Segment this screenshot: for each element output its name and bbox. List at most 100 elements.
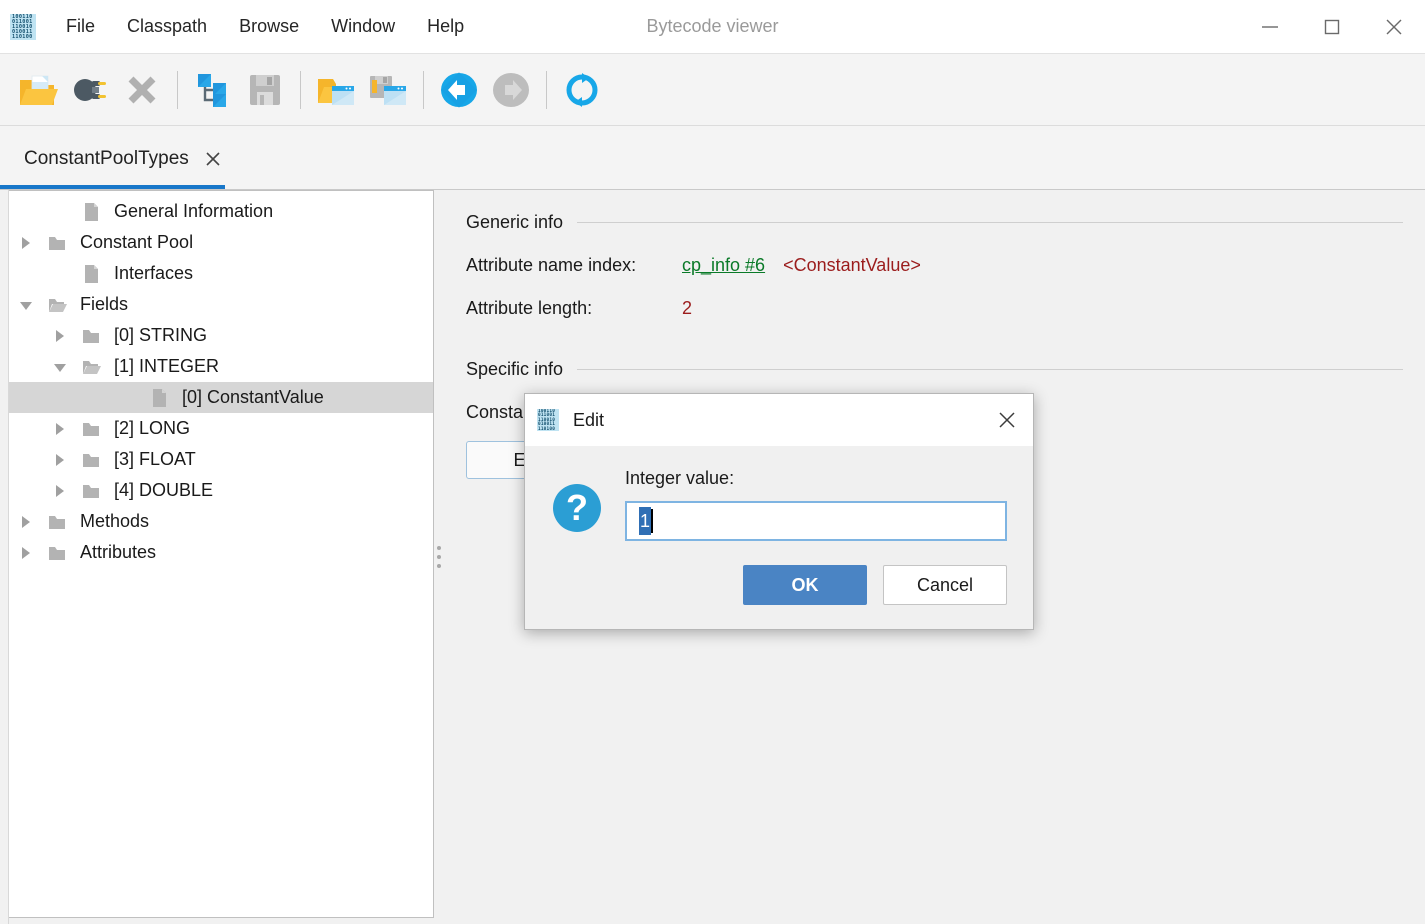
dialog-close-button[interactable]: [981, 394, 1033, 446]
binary-digits-icon: 100110 011001 110010 010011 110100: [537, 409, 559, 431]
forward-arrow-icon: [493, 72, 529, 107]
reload-plug-button[interactable]: [64, 64, 116, 116]
attribute-length-value: 2: [682, 298, 693, 318]
tab-close-button[interactable]: [203, 149, 223, 169]
tree-row[interactable]: [0] STRING: [9, 320, 433, 351]
tree-row[interactable]: Interfaces: [9, 258, 433, 289]
section-rule: [577, 369, 1403, 370]
menu-item-classpath[interactable]: Classpath: [111, 10, 223, 43]
tree-node-icon: [43, 227, 71, 258]
cancel-button[interactable]: Cancel: [883, 565, 1007, 605]
tree-node-icon: [77, 413, 105, 444]
maximize-button[interactable]: [1301, 0, 1363, 53]
tree-twisty-toggle[interactable]: [9, 506, 43, 537]
left-gutter: [0, 190, 9, 924]
folder-icon: [83, 453, 99, 467]
save-window-button[interactable]: [362, 64, 414, 116]
close-button[interactable]: [1363, 0, 1425, 53]
menu-item-browse[interactable]: Browse: [223, 10, 315, 43]
integer-value-label: Integer value:: [625, 468, 735, 488]
tree-row[interactable]: Attributes: [9, 537, 433, 568]
chevron-right-icon: [22, 515, 30, 528]
svg-text:?: ?: [566, 487, 588, 528]
tree-twisty-toggle[interactable]: [43, 444, 77, 475]
attribute-name-index-label: Attribute name index:: [466, 255, 637, 275]
tree-node-label: [0] STRING: [114, 325, 208, 345]
tree-row[interactable]: [2] LONG: [9, 413, 433, 444]
tree-row[interactable]: [0] ConstantValue: [9, 382, 433, 413]
tree-row[interactable]: [4] DOUBLE: [9, 475, 433, 506]
generic-info-header: Generic info: [466, 212, 1403, 233]
tab-label: ConstantPoolTypes: [24, 148, 189, 169]
maximize-icon: [1324, 19, 1340, 34]
attribute-name-index-link[interactable]: cp_info #6: [682, 255, 765, 276]
floppy-window-icon: [370, 75, 406, 105]
integer-value-input[interactable]: 1: [625, 501, 1007, 541]
tree-twisty-toggle[interactable]: [9, 289, 43, 320]
menu-item-help[interactable]: Help: [411, 10, 480, 43]
tree-row[interactable]: General Information: [9, 196, 433, 227]
chevron-down-icon: [54, 363, 66, 372]
chevron-right-icon: [56, 329, 64, 342]
tree-row[interactable]: [3] FLOAT: [9, 444, 433, 475]
open-class-file-button[interactable]: [12, 64, 64, 116]
tree-twisty-empty: [43, 196, 77, 227]
tree-row[interactable]: Constant Pool: [9, 227, 433, 258]
reload-button[interactable]: [556, 64, 608, 116]
dialog-fields: Integer value: 1: [625, 468, 1007, 541]
folder-icon: [83, 329, 99, 343]
specific-info-title: Specific info: [466, 359, 564, 379]
menu-item-file[interactable]: File: [50, 10, 111, 43]
back-arrow-icon: [441, 71, 477, 108]
tree-node-icon: [77, 444, 105, 475]
ok-button[interactable]: OK: [743, 565, 867, 605]
tree-twisty-toggle[interactable]: [9, 537, 43, 568]
main-content: General Information Constant Pool Interfac…: [0, 190, 1425, 924]
close-class-button[interactable]: [116, 64, 168, 116]
tree-node-icon: [145, 382, 173, 413]
close-icon: [1386, 19, 1402, 34]
tree-node-label: Methods: [80, 511, 150, 531]
tree-row[interactable]: Fields: [9, 289, 433, 320]
close-icon: [206, 152, 220, 166]
tree-row[interactable]: [1] INTEGER: [9, 351, 433, 382]
tree-twisty-toggle[interactable]: [43, 351, 77, 382]
dialog-buttons: OK Cancel: [525, 541, 1033, 629]
tree-node-label: [2] LONG: [114, 418, 191, 438]
tree-twisty-toggle[interactable]: [43, 320, 77, 351]
attribute-length-label: Attribute length:: [466, 298, 593, 318]
toolbar-separator: [177, 70, 178, 109]
tree-panel: General Information Constant Pool Interfac…: [9, 190, 434, 918]
tree-twisty-empty: [111, 382, 145, 413]
tree-twisty-toggle[interactable]: [9, 227, 43, 258]
chevron-down-icon: [20, 301, 32, 310]
tree-twisty-toggle[interactable]: [43, 413, 77, 444]
attribute-name-index-row: Attribute name index: cp_info #6 <Consta…: [466, 255, 1403, 276]
dialog-body: ? Integer value: 1: [525, 446, 1033, 541]
browse-tree-button[interactable]: [187, 64, 239, 116]
tree-twisty-toggle[interactable]: [43, 475, 77, 506]
power-plug-icon: [74, 78, 106, 101]
tree-node-label: Interfaces: [114, 263, 194, 283]
dialog-title: Edit: [573, 409, 605, 430]
menu-item-window[interactable]: Window: [315, 10, 411, 43]
open-window-button[interactable]: [310, 64, 362, 116]
chevron-right-icon: [22, 236, 30, 249]
class-structure-tree[interactable]: General Information Constant Pool Interfac…: [9, 191, 433, 568]
forward-button[interactable]: [485, 64, 537, 116]
folder-icon: [49, 515, 65, 529]
tree-node-label: Constant Pool: [80, 232, 194, 252]
back-button[interactable]: [433, 64, 485, 116]
tab-constantpooltypes[interactable]: ConstantPoolTypes: [0, 129, 245, 189]
save-button[interactable]: [239, 64, 291, 116]
folder-open-icon: [83, 360, 101, 374]
dialog-titlebar: 100110 011001 110010 010011 110100 Edit: [525, 394, 1033, 446]
panel-splitter[interactable]: [434, 190, 444, 924]
tree-row[interactable]: Methods: [9, 506, 433, 537]
folder-open-icon: [49, 298, 67, 312]
attribute-length-row: Attribute length: 2: [466, 298, 1403, 319]
folder-window-icon: [318, 78, 354, 105]
chevron-right-icon: [56, 422, 64, 435]
minimize-button[interactable]: [1239, 0, 1301, 53]
tree-node-icon: [43, 537, 71, 568]
